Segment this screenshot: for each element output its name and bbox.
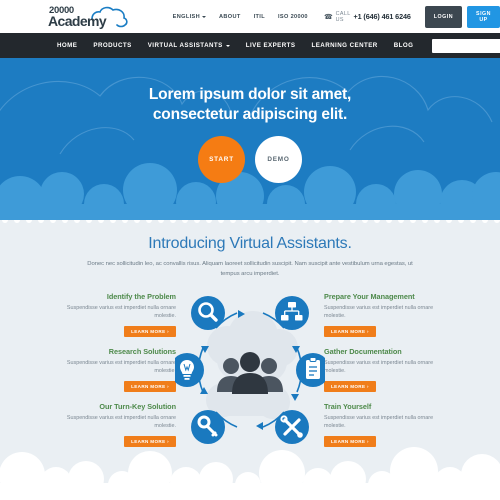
- intro-block: Introducing Virtual Assistants. Donec ne…: [0, 220, 500, 279]
- top-nav: ENGLISH ABOUT ITIL ISO 20000: [173, 14, 308, 20]
- nav-item-blog[interactable]: BLOG: [394, 42, 414, 49]
- hero-section: Lorem ipsum dolor sit amet, consectetur …: [0, 58, 500, 220]
- topnav-item-itil[interactable]: ITIL: [254, 14, 265, 20]
- feature-title: Prepare Your Management: [324, 292, 415, 301]
- footer-clouds-decoration: [0, 447, 500, 495]
- feature-research-solutions: Research Solutions Suspendisse varius es…: [48, 347, 176, 402]
- feature-description: Suspendisse varius est imperdiet nulla o…: [66, 305, 176, 320]
- nav-item-label: VIRTUAL ASSISTANTS: [147, 42, 223, 49]
- demo-button[interactable]: DEMO: [255, 136, 302, 183]
- feature-title: Train Yourself: [324, 402, 372, 411]
- feature-title: Our Turn-Key Solution: [99, 402, 176, 411]
- signup-button[interactable]: SIGN UP: [467, 5, 500, 28]
- main-nav-bar: HOME PRODUCTS VIRTUAL ASSISTANTS LIVE EX…: [0, 33, 500, 58]
- hero-buttons: START DEMO: [198, 136, 302, 183]
- feature-description: Suspendisse varius est imperdiet nulla o…: [66, 360, 176, 375]
- search-box[interactable]: [432, 38, 500, 53]
- start-button[interactable]: START: [198, 136, 245, 183]
- nav-item-virtual-assistants[interactable]: VIRTUAL ASSISTANTS: [148, 42, 230, 49]
- hero-title-line-2: consectetur adipiscing elit.: [152, 106, 348, 123]
- topnav-item-english[interactable]: ENGLISH: [173, 14, 206, 20]
- learn-more-button[interactable]: LEARN MORE ›: [324, 381, 376, 393]
- hero-title-line-1: Lorem ipsum dolor sit amet,: [148, 86, 352, 103]
- node-org-chart-icon: [275, 296, 309, 330]
- features-right-column: Prepare Your Management Suspendisse vari…: [324, 292, 452, 457]
- feature-description: Suspendisse varius est imperdiet nulla o…: [66, 415, 176, 430]
- login-button[interactable]: LOGIN: [424, 5, 463, 28]
- feature-identify-the-problem: Identify the Problem Suspendisse varius …: [48, 292, 176, 347]
- phone-icon: ☎: [323, 13, 333, 21]
- hero-title: Lorem ipsum dolor sit amet, consectetur …: [149, 85, 351, 125]
- feature-description: Suspendisse varius est imperdiet nulla o…: [324, 360, 434, 375]
- chevron-down-icon: [202, 15, 206, 18]
- logo-wordmark: 20000 Academy: [48, 3, 107, 29]
- virtual-assistants-cycle-diagram: [175, 296, 325, 444]
- feature-gather-documentation: Gather Documentation Suspendisse varius …: [324, 347, 452, 402]
- scallop-divider: [0, 220, 500, 227]
- topnav-label: ENGLISH: [172, 13, 200, 20]
- node-magnifier-icon: [191, 296, 225, 330]
- logo-name: Academy: [48, 12, 107, 29]
- nav-item-home[interactable]: HOME: [57, 42, 77, 49]
- page-title: Introducing Virtual Assistants.: [148, 235, 352, 252]
- main-nav-items: HOME PRODUCTS VIRTUAL ASSISTANTS LIVE EX…: [57, 42, 413, 49]
- topnav-item-about[interactable]: ABOUT: [219, 14, 241, 20]
- features-block: Identify the Problem Suspendisse varius …: [0, 292, 500, 457]
- feature-prepare-your-management: Prepare Your Management Suspendisse vari…: [324, 292, 452, 347]
- site-logo[interactable]: 20000 Academy: [48, 3, 149, 31]
- hero-content: Lorem ipsum dolor sit amet, consectetur …: [0, 58, 500, 183]
- feature-title: Research Solutions: [108, 347, 176, 356]
- feature-description: Suspendisse varius est imperdiet nulla o…: [324, 305, 434, 320]
- intro-paragraph: Donec nec sollicitudin leo, ac convallis…: [87, 261, 413, 277]
- call-us-block: ☎ CALL US +1 (646) 461 6246: [324, 11, 411, 23]
- chevron-down-icon: [225, 44, 230, 47]
- feature-title: Identify the Problem: [106, 292, 176, 301]
- search-input[interactable]: [432, 38, 500, 53]
- nav-item-live-experts[interactable]: LIVE EXPERTS: [246, 42, 296, 49]
- features-left-column: Identify the Problem Suspendisse varius …: [48, 292, 176, 457]
- phone-number[interactable]: +1 (646) 461 6246: [354, 12, 411, 21]
- nav-item-learning-center[interactable]: LEARNING CENTER: [312, 42, 378, 49]
- top-bar: 20000 Academy ENGLISH ABOUT ITIL ISO 200…: [0, 0, 500, 33]
- topnav-item-iso20000[interactable]: ISO 20000: [278, 14, 308, 20]
- learn-more-button[interactable]: LEARN MORE ›: [324, 326, 376, 338]
- call-us-label: CALL US: [335, 10, 351, 23]
- auth-buttons: LOGIN SIGN UP: [424, 5, 500, 28]
- nav-item-products[interactable]: PRODUCTS: [93, 42, 131, 49]
- feature-description: Suspendisse varius est imperdiet nulla o…: [324, 415, 434, 430]
- learn-more-button[interactable]: LEARN MORE ›: [124, 326, 176, 338]
- learn-more-button[interactable]: LEARN MORE ›: [124, 381, 176, 393]
- page-root: 20000 Academy ENGLISH ABOUT ITIL ISO 200…: [0, 0, 500, 500]
- feature-title: Gather Documentation: [324, 347, 402, 356]
- content-section: Introducing Virtual Assistants. Donec ne…: [0, 220, 500, 495]
